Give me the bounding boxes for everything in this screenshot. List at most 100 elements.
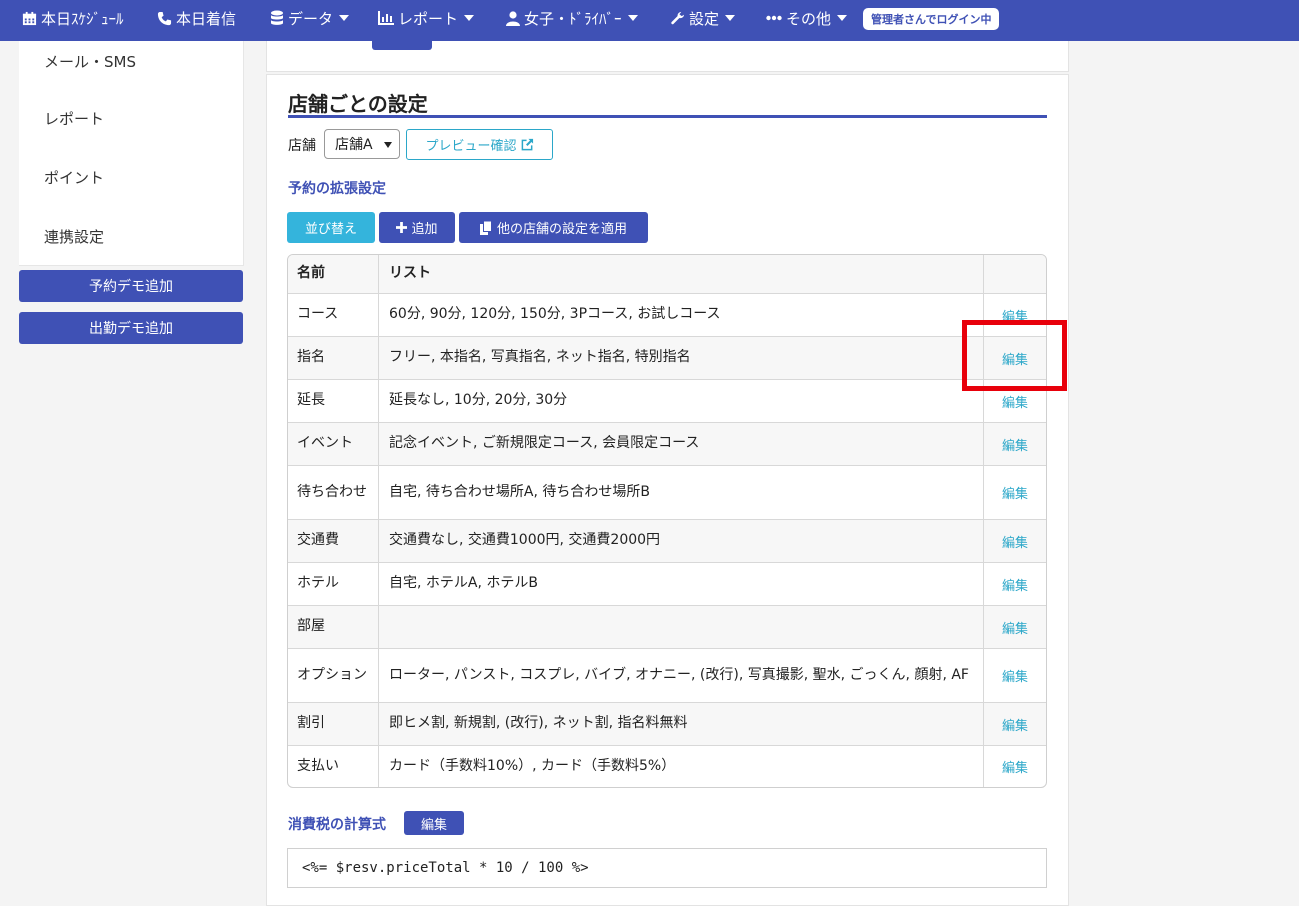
table-row: イベント 記念イベント, ご新規限定コース, 会員限定コース 編集 — [288, 423, 1046, 466]
header-list: リスト — [379, 255, 984, 293]
nav-others[interactable]: その他 — [766, 0, 848, 36]
header-name: 名前 — [288, 255, 379, 293]
row-name: 交通費 — [288, 520, 379, 562]
row-name: ホテル — [288, 563, 379, 605]
edit-link[interactable]: 編集 — [1002, 666, 1028, 685]
sidebar-item-points[interactable]: ポイント — [44, 167, 104, 188]
sidebar-item-mail-sms[interactable]: メール・SMS — [44, 51, 136, 72]
row-name: オプション — [288, 649, 379, 702]
chevron-down-icon — [837, 15, 848, 21]
row-list: 記念イベント, ご新規限定コース, 会員限定コース — [379, 423, 984, 465]
preview-button[interactable]: プレビュー確認 — [406, 129, 553, 160]
chevron-down-icon — [464, 15, 475, 21]
wrench-icon — [671, 11, 685, 24]
edit-link[interactable]: 編集 — [1002, 392, 1028, 411]
table-row: 交通費 交通費なし, 交通費1000円, 交通費2000円 編集 — [288, 520, 1046, 563]
edit-link[interactable]: 編集 — [1002, 435, 1028, 454]
row-list: 交通費なし, 交通費1000円, 交通費2000円 — [379, 520, 984, 562]
nav-data[interactable]: データ — [270, 0, 350, 36]
table-row: 延長 延長なし, 10分, 20分, 30分 編集 — [288, 380, 1046, 423]
top-card-button[interactable] — [372, 41, 432, 50]
row-name: 部屋 — [288, 606, 379, 648]
user-icon — [506, 10, 520, 26]
add-attendance-demo-button[interactable]: 出勤デモ追加 — [19, 312, 243, 344]
table-row: 待ち合わせ 自宅, 待ち合わせ場所A, 待ち合わせ場所B 編集 — [288, 466, 1046, 520]
row-list: カード（手数料10%）, カード（手数料5%） — [379, 746, 984, 787]
table-row: オプション ローター, パンスト, コスプレ, バイブ, オナニー, (改行),… — [288, 649, 1046, 703]
calendar-icon — [22, 11, 37, 25]
row-list — [379, 606, 984, 648]
copy-icon — [479, 220, 492, 235]
table-row: 割引 即ヒメ割, 新規割, (改行), ネット割, 指名料無料 編集 — [288, 703, 1046, 746]
nav-label: レポート — [398, 9, 459, 28]
extended-settings-table: 名前 リスト コース 60分, 90分, 120分, 150分, 3Pコース, … — [287, 254, 1047, 788]
add-reservation-demo-button[interactable]: 予約デモ追加 — [19, 270, 243, 302]
row-list: 60分, 90分, 120分, 150分, 3Pコース, お試しコース — [379, 294, 984, 336]
apply-other-store-button[interactable]: 他の店舗の設定を適用 — [459, 212, 648, 243]
ellipsis-icon — [766, 15, 782, 21]
main-top-card — [266, 41, 1069, 72]
table-row: 指名 フリー, 本指名, 写真指名, ネット指名, 特別指名 編集 — [288, 337, 1046, 380]
sidebar-item-report[interactable]: レポート — [44, 108, 104, 129]
nav-label: 設定 — [689, 9, 720, 28]
table-header: 名前 リスト — [288, 255, 1046, 294]
sort-button[interactable]: 並び替え — [287, 212, 375, 243]
nav-girls-drivers[interactable]: 女子・ﾄﾞﾗｲﾊﾞｰ — [506, 0, 638, 36]
nav-label: その他 — [786, 9, 832, 28]
apply-other-store-label: 他の店舗の設定を適用 — [496, 222, 627, 237]
edit-link[interactable]: 編集 — [1002, 575, 1028, 594]
row-list: フリー, 本指名, 写真指名, ネット指名, 特別指名 — [379, 337, 984, 379]
store-label: 店舗 — [288, 138, 316, 154]
external-link-icon — [521, 138, 533, 151]
row-name: 指名 — [288, 337, 379, 379]
row-list: 自宅, 待ち合わせ場所A, 待ち合わせ場所B — [379, 466, 984, 519]
row-list: 自宅, ホテルA, ホテルB — [379, 563, 984, 605]
row-name: イベント — [288, 423, 379, 465]
nav-label: データ — [288, 9, 334, 28]
nav-label: 本日ｽｹｼﾞｭｰﾙ — [41, 9, 124, 28]
edit-link[interactable]: 編集 — [1002, 757, 1028, 776]
nav-settings[interactable]: 設定 — [670, 0, 736, 36]
table-row: 支払い カード（手数料10%）, カード（手数料5%） 編集 — [288, 746, 1046, 787]
edit-link[interactable]: 編集 — [1002, 618, 1028, 637]
header-action — [984, 255, 1046, 293]
top-navbar: 本日ｽｹｼﾞｭｰﾙ 本日着信 データ レポート 女子・ﾄﾞﾗｲﾊﾞｰ 設定 その… — [0, 0, 1299, 41]
add-button[interactable]: 追加 — [379, 212, 455, 243]
nav-label: 女子・ﾄﾞﾗｲﾊﾞｰ — [524, 9, 622, 28]
add-button-label: 追加 — [411, 222, 438, 237]
chevron-down-icon — [627, 15, 638, 21]
highlight-box — [962, 320, 1067, 391]
page-title: 店舗ごとの設定 — [288, 92, 428, 116]
sidebar-item-integration[interactable]: 連携設定 — [44, 226, 104, 247]
tax-formula-title: 消費税の計算式 — [288, 817, 386, 833]
row-name: 支払い — [288, 746, 379, 787]
store-select-value: 店舗A — [335, 137, 373, 153]
edit-link[interactable]: 編集 — [1002, 483, 1028, 502]
store-select[interactable]: 店舗A — [324, 129, 400, 159]
sidebar-menu: メール・SMS レポート ポイント 連携設定 — [19, 41, 244, 266]
chart-icon — [378, 11, 394, 25]
edit-link[interactable]: 編集 — [1002, 715, 1028, 734]
chevron-down-icon — [725, 15, 736, 21]
edit-link[interactable]: 編集 — [1002, 532, 1028, 551]
row-name: 待ち合わせ — [288, 466, 379, 519]
table-row: コース 60分, 90分, 120分, 150分, 3Pコース, お試しコース … — [288, 294, 1046, 337]
preview-button-label: プレビュー確認 — [425, 139, 517, 154]
tax-edit-button[interactable]: 編集 — [404, 811, 464, 835]
database-icon — [271, 10, 283, 25]
nav-today-calls[interactable]: 本日着信 — [157, 0, 236, 36]
phone-icon — [157, 11, 172, 25]
login-status-badge: 管理者さんでログイン中 — [863, 8, 1000, 30]
nav-label: 本日着信 — [176, 9, 237, 28]
chevron-down-icon — [339, 15, 350, 21]
row-name: 延長 — [288, 380, 379, 422]
nav-reports[interactable]: レポート — [378, 0, 475, 36]
row-name: 割引 — [288, 703, 379, 745]
chevron-down-icon — [384, 142, 392, 148]
nav-today-schedule[interactable]: 本日ｽｹｼﾞｭｰﾙ — [22, 0, 124, 36]
tax-formula-box: <%= $resv.priceTotal * 10 / 100 %> — [287, 848, 1047, 888]
table-row: ホテル 自宅, ホテルA, ホテルB 編集 — [288, 563, 1046, 606]
table-row: 部屋 編集 — [288, 606, 1046, 649]
extended-settings-title: 予約の拡張設定 — [288, 181, 386, 197]
plus-icon — [396, 222, 408, 233]
